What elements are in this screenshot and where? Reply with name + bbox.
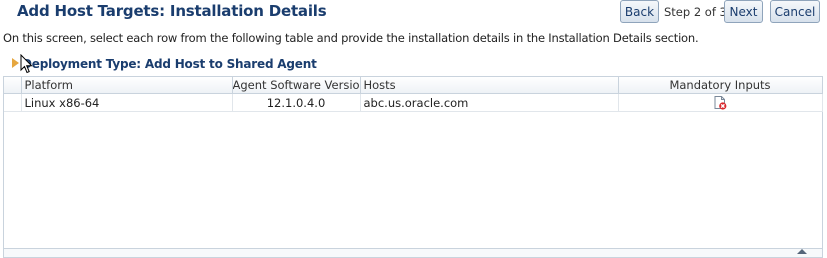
column-header-mandatory-inputs[interactable]: Mandatory Inputs xyxy=(618,77,823,94)
collapse-up-icon[interactable] xyxy=(797,249,807,254)
row-selector-header xyxy=(4,77,22,94)
mouse-cursor-icon xyxy=(20,54,33,74)
table-row[interactable]: Linux x86-64 12.1.0.4.0 abc.us.oracle.co… xyxy=(4,93,823,112)
column-header-agent-version[interactable]: Agent Software Version xyxy=(232,77,361,94)
column-header-platform[interactable]: Platform xyxy=(21,77,233,94)
platform-cell: Linux x86-64 xyxy=(21,93,233,112)
table-header-row: Platform Agent Software Version Hosts Ma… xyxy=(4,77,823,94)
row-selector[interactable] xyxy=(4,93,22,112)
column-header-hosts[interactable]: Hosts xyxy=(360,77,619,94)
section-title: Deployment Type: Add Host to Shared Agen… xyxy=(22,57,317,71)
step-indicator: Step 2 of 3 xyxy=(664,5,727,19)
agent-version-cell: 12.1.0.4.0 xyxy=(232,93,361,112)
host-cell: abc.us.oracle.com xyxy=(360,93,619,112)
back-button[interactable]: Back xyxy=(620,0,659,23)
document-error-icon[interactable] xyxy=(713,95,727,110)
next-button[interactable]: Next xyxy=(724,0,763,23)
page-title: Add Host Targets: Installation Details xyxy=(17,2,327,20)
mandatory-inputs-cell[interactable] xyxy=(618,93,823,112)
installation-details-table: Platform Agent Software Version Hosts Ma… xyxy=(3,76,823,249)
expand-triangle-icon[interactable] xyxy=(12,58,19,68)
cancel-button[interactable]: Cancel xyxy=(770,0,820,23)
instructions-text: On this screen, select each row from the… xyxy=(3,31,699,45)
table-footer-bar xyxy=(3,249,823,258)
